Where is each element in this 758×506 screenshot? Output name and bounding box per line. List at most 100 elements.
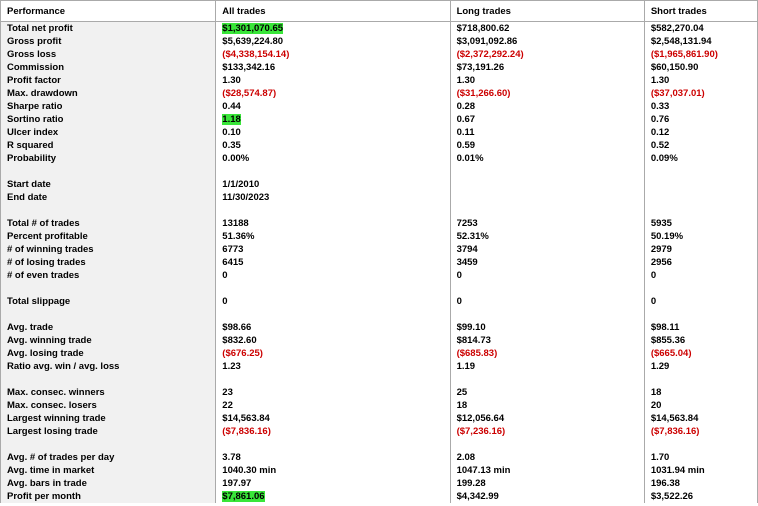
metric-label: # of winning trades	[1, 243, 216, 256]
value-long: 3459	[450, 256, 644, 269]
table-row	[1, 438, 758, 451]
value-all: 1.30	[216, 74, 450, 87]
value-long: 25	[450, 386, 644, 399]
metric-label: Avg. trade	[1, 321, 216, 334]
table-row: End date11/30/2023	[1, 191, 758, 204]
value-all: 6773	[216, 243, 450, 256]
value-long: 0.11	[450, 126, 644, 139]
table-row: Avg. bars in trade197.97199.28196.38	[1, 477, 758, 490]
value-long: ($2,372,292.24)	[450, 48, 644, 61]
table-row	[1, 204, 758, 217]
metric-label: Avg. winning trade	[1, 334, 216, 347]
table-row: Largest losing trade ($7,836.16)($7,236.1…	[1, 425, 758, 438]
spacer-cell	[216, 282, 450, 295]
table-row: Start date1/1/2010	[1, 178, 758, 191]
metric-label: # of even trades	[1, 269, 216, 282]
spacer-cell	[450, 165, 644, 178]
metric-label: End date	[1, 191, 216, 204]
value-all: 1040.30 min	[216, 464, 450, 477]
metric-label: Start date	[1, 178, 216, 191]
table-row: Percent profitable51.36%52.31%50.19%	[1, 230, 758, 243]
value-long	[450, 191, 644, 204]
header-row: Performance All trades Long trades Short…	[1, 1, 758, 22]
spacer-cell	[644, 204, 757, 217]
spacer-cell	[1, 204, 216, 217]
value-long: 199.28	[450, 477, 644, 490]
metric-label: Avg. losing trade	[1, 347, 216, 360]
value-short: 0.76	[644, 113, 757, 126]
metric-label: # of losing trades	[1, 256, 216, 269]
table-row: # of even trades000	[1, 269, 758, 282]
value-long: $718,800.62	[450, 22, 644, 36]
value-long: $4,342.99	[450, 490, 644, 503]
spacer-cell	[216, 438, 450, 451]
col-long-trades: Long trades	[450, 1, 644, 22]
table-row: Probability0.00%0.01%0.09%	[1, 152, 758, 165]
value-short: 0.09%	[644, 152, 757, 165]
value-short: $582,270.04	[644, 22, 757, 36]
value-long: 0.28	[450, 100, 644, 113]
metric-label: Commission	[1, 61, 216, 74]
value-all: $98.66	[216, 321, 450, 334]
value-long: 0.59	[450, 139, 644, 152]
value-long: $99.10	[450, 321, 644, 334]
value-long: 3794	[450, 243, 644, 256]
value-all: ($28,574.87)	[216, 87, 450, 100]
table-row: # of losing trades641534592956	[1, 256, 758, 269]
value-long: $12,056.64	[450, 412, 644, 425]
table-row: Gross profit$5,639,224.80$3,091,092.86$2…	[1, 35, 758, 48]
value-short: 50.19%	[644, 230, 757, 243]
value-long	[450, 178, 644, 191]
value-long: $3,091,092.86	[450, 35, 644, 48]
value-short: ($665.04)	[644, 347, 757, 360]
table-row: Total # of trades1318872535935	[1, 217, 758, 230]
metric-label: Percent profitable	[1, 230, 216, 243]
table-row: Largest winning trade$14,563.84$12,056.6…	[1, 412, 758, 425]
value-all: 1.23	[216, 360, 450, 373]
spacer-cell	[450, 438, 644, 451]
value-short: 0	[644, 269, 757, 282]
metric-label: Ulcer index	[1, 126, 216, 139]
metric-label: Gross loss	[1, 48, 216, 61]
metric-label: Max. consec. winners	[1, 386, 216, 399]
value-all: ($676.25)	[216, 347, 450, 360]
value-all: 23	[216, 386, 450, 399]
value-short: $2,548,131.94	[644, 35, 757, 48]
table-row: Sortino ratio1.180.670.76	[1, 113, 758, 126]
table-row: # of winning trades677337942979	[1, 243, 758, 256]
value-all: 6415	[216, 256, 450, 269]
metric-label: Profit per month	[1, 490, 216, 503]
value-all: 0.00%	[216, 152, 450, 165]
table-row: Avg. losing trade($676.25)($685.83)($665…	[1, 347, 758, 360]
value-long: 0	[450, 295, 644, 308]
value-long: 1047.13 min	[450, 464, 644, 477]
value-short: $3,522.26	[644, 490, 757, 503]
value-short: ($1,965,861.90)	[644, 48, 757, 61]
value-short	[644, 178, 757, 191]
value-short: $14,563.84	[644, 412, 757, 425]
value-all: $1,301,070.65	[216, 22, 450, 36]
value-long: $73,191.26	[450, 61, 644, 74]
spacer-cell	[644, 308, 757, 321]
metric-label: Largest losing trade	[1, 425, 216, 438]
value-long: 1.30	[450, 74, 644, 87]
value-long: 1.19	[450, 360, 644, 373]
value-long: ($7,236.16)	[450, 425, 644, 438]
metric-label: Profit factor	[1, 74, 216, 87]
value-all: 11/30/2023	[216, 191, 450, 204]
spacer-cell	[1, 438, 216, 451]
metric-label: Probability	[1, 152, 216, 165]
spacer-cell	[450, 308, 644, 321]
table-row: Profit per month$7,861.06$4,342.99$3,522…	[1, 490, 758, 503]
value-short: 2956	[644, 256, 757, 269]
value-short: 0	[644, 295, 757, 308]
value-short: ($7,836.16)	[644, 425, 757, 438]
table-row	[1, 308, 758, 321]
value-short: 20	[644, 399, 757, 412]
value-all: 13188	[216, 217, 450, 230]
col-short-trades: Short trades	[644, 1, 757, 22]
value-long: ($31,266.60)	[450, 87, 644, 100]
spacer-cell	[216, 204, 450, 217]
value-all: 0.44	[216, 100, 450, 113]
value-long: 0.67	[450, 113, 644, 126]
